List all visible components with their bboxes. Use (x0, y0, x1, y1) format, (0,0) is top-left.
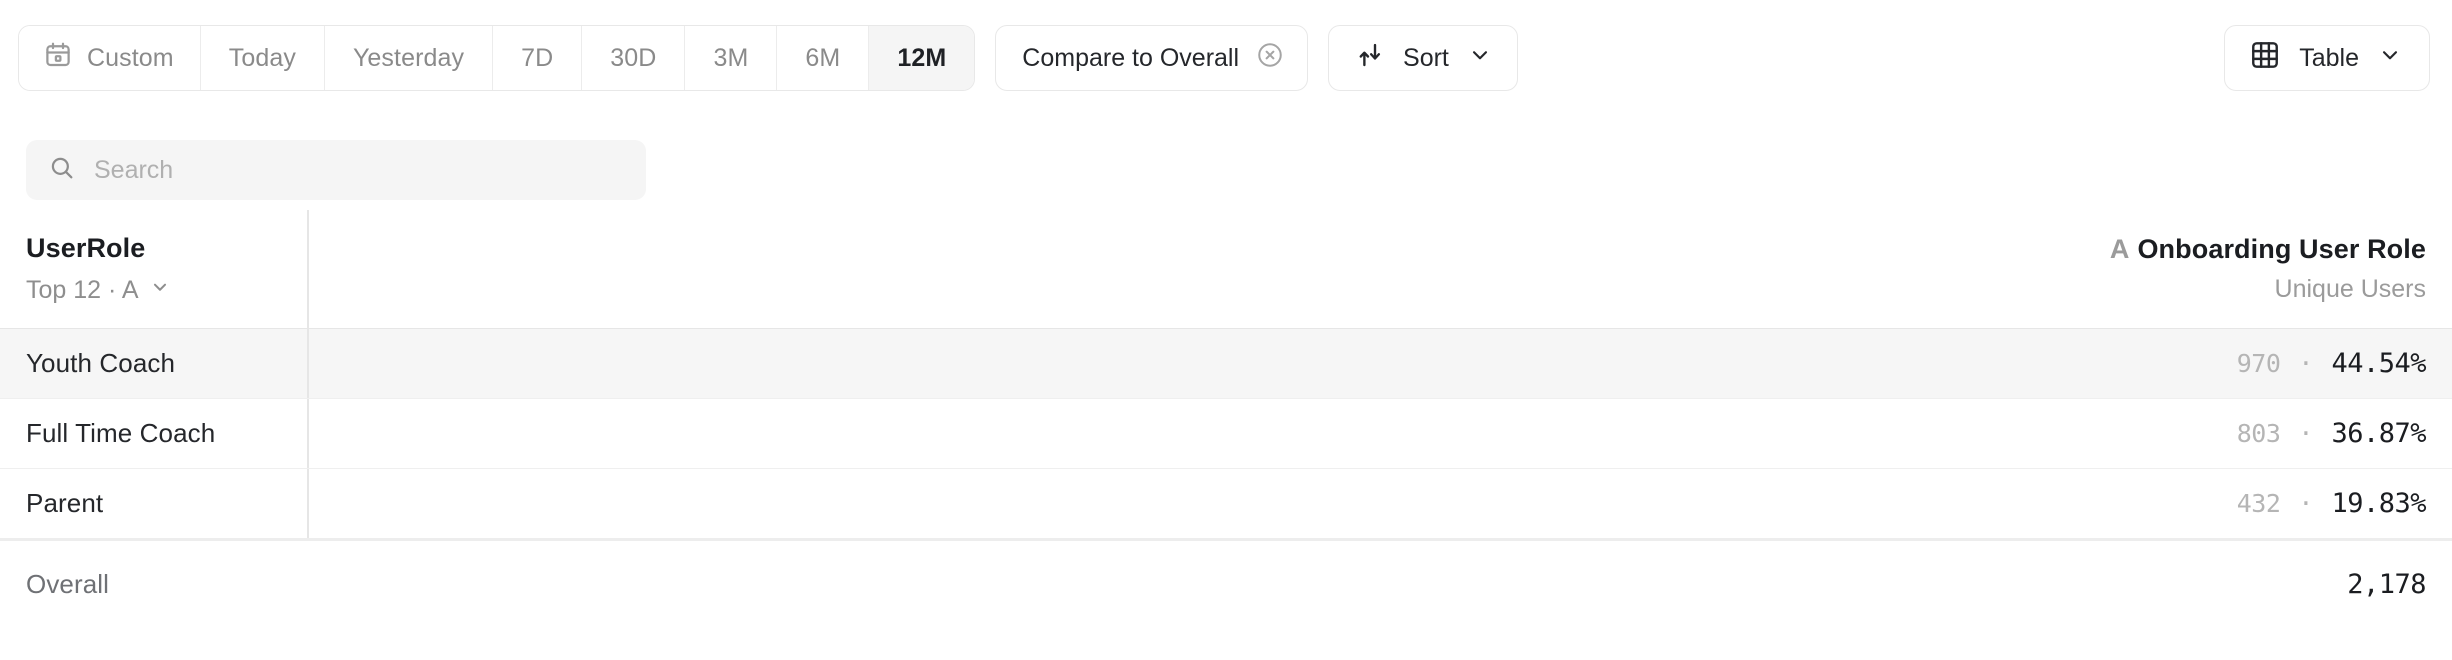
grid-table-icon (2249, 39, 2281, 78)
table-row[interactable]: Parent 432 · 19.83% (0, 468, 2452, 538)
date-segment-custom-label: Custom (87, 43, 174, 72)
row-percent: 19.83% (2331, 488, 2426, 519)
date-segment-7d-label: 7D (521, 43, 554, 72)
table-header-row: UserRole Top 12 · A A Onboarding User Rol… (0, 210, 2452, 328)
overall-label: Overall (26, 569, 110, 599)
chevron-down-icon (149, 276, 171, 305)
dimension-header-cell: UserRole Top 12 · A (0, 210, 308, 328)
date-segment-6m[interactable]: 6M (777, 26, 870, 90)
column-divider (307, 329, 309, 398)
overall-label-cell: Overall (0, 541, 308, 628)
row-count: 432 (2236, 489, 2281, 518)
circle-x-icon[interactable] (1255, 40, 1285, 77)
row-separator: · (2298, 419, 2314, 448)
date-segment-yesterday-label: Yesterday (352, 43, 465, 72)
row-percent: 44.54% (2331, 348, 2426, 379)
sort-button-label: Sort (1403, 43, 1449, 72)
compare-to-overall-chip[interactable]: Compare to Overall (995, 25, 1309, 91)
row-value-cell: 970 · 44.54% (308, 329, 2452, 398)
column-divider (307, 469, 309, 538)
row-value-cell: 432 · 19.83% (308, 469, 2452, 538)
date-segment-3m[interactable]: 3M (685, 26, 778, 90)
row-label-cell: Full Time Coach (0, 399, 308, 468)
row-separator: · (2298, 349, 2314, 378)
dimension-limit-selector[interactable]: Top 12 · A (26, 276, 308, 305)
metric-series-letter: A (2109, 234, 2130, 264)
date-segment-6m-label: 6M (805, 43, 841, 72)
row-count: 803 (2236, 419, 2281, 448)
table-row[interactable]: Youth Coach 970 · 44.54% (0, 328, 2452, 398)
metric-header-cell: A Onboarding User Role Unique Users (308, 210, 2452, 328)
row-label-cell: Youth Coach (0, 329, 308, 398)
date-segment-custom[interactable]: Custom (19, 26, 201, 90)
overall-value: 2,178 (2347, 569, 2426, 600)
date-segment-12m[interactable]: 12M (869, 26, 975, 90)
data-table: UserRole Top 12 · A A Onboarding User Rol… (0, 210, 2452, 628)
row-label: Youth Coach (26, 348, 176, 378)
row-values: 432 · 19.83% (2236, 488, 2427, 519)
sort-button[interactable]: Sort (1328, 25, 1518, 91)
metric-unit-label: Unique Users (2274, 275, 2426, 303)
table-body: Youth Coach 970 · 44.54% Full Time Coach (0, 328, 2452, 538)
row-percent: 36.87% (2331, 418, 2426, 449)
overall-value-cell: 2,178 (308, 541, 2452, 628)
date-segment-7d[interactable]: 7D (493, 26, 583, 90)
table-overall-row: Overall 2,178 (0, 538, 2452, 628)
date-segment-yesterday[interactable]: Yesterday (324, 26, 494, 90)
column-divider (307, 399, 309, 468)
row-value-cell: 803 · 36.87% (308, 399, 2452, 468)
toolbar: Custom Today Yesterday 7D 30D 3M 6M 12M (0, 0, 2452, 116)
sort-arrows-icon (1355, 40, 1385, 77)
table-row[interactable]: Full Time Coach 803 · 36.87% (0, 398, 2452, 468)
chevron-down-icon (2377, 42, 2403, 75)
search-icon (48, 154, 76, 187)
row-label: Parent (26, 488, 104, 518)
row-label: Full Time Coach (26, 418, 216, 448)
date-segment-30d-label: 30D (610, 43, 657, 72)
dimension-name: UserRole (26, 233, 146, 263)
column-divider (307, 210, 309, 328)
date-segment-3m-label: 3M (713, 43, 749, 72)
search-input[interactable] (94, 140, 624, 200)
view-type-label: Table (2299, 43, 2359, 72)
compare-to-overall-label: Compare to Overall (1022, 43, 1240, 72)
date-range-segmented-control[interactable]: Custom Today Yesterday 7D 30D 3M 6M 12M (18, 25, 976, 91)
calendar-icon (43, 40, 73, 77)
analytics-table-panel: Custom Today Yesterday 7D 30D 3M 6M 12M (0, 0, 2452, 660)
metric-name-label: Onboarding User Role (2137, 234, 2426, 264)
row-label-cell: Parent (0, 469, 308, 538)
row-separator: · (2298, 489, 2314, 518)
date-segment-12m-label: 12M (897, 43, 947, 72)
row-values: 803 · 36.87% (2236, 418, 2427, 449)
date-segment-today[interactable]: Today (200, 26, 325, 90)
metric-name: A Onboarding User Role (2110, 234, 2426, 265)
search-field[interactable] (26, 140, 646, 200)
chevron-down-icon (1467, 42, 1493, 75)
dimension-limit-label: Top 12 · A (26, 276, 139, 304)
date-segment-today-label: Today (228, 43, 296, 72)
row-count: 970 (2236, 349, 2281, 378)
date-segment-30d[interactable]: 30D (582, 26, 686, 90)
row-values: 970 · 44.54% (2236, 348, 2427, 379)
view-type-button[interactable]: Table (2224, 25, 2430, 91)
